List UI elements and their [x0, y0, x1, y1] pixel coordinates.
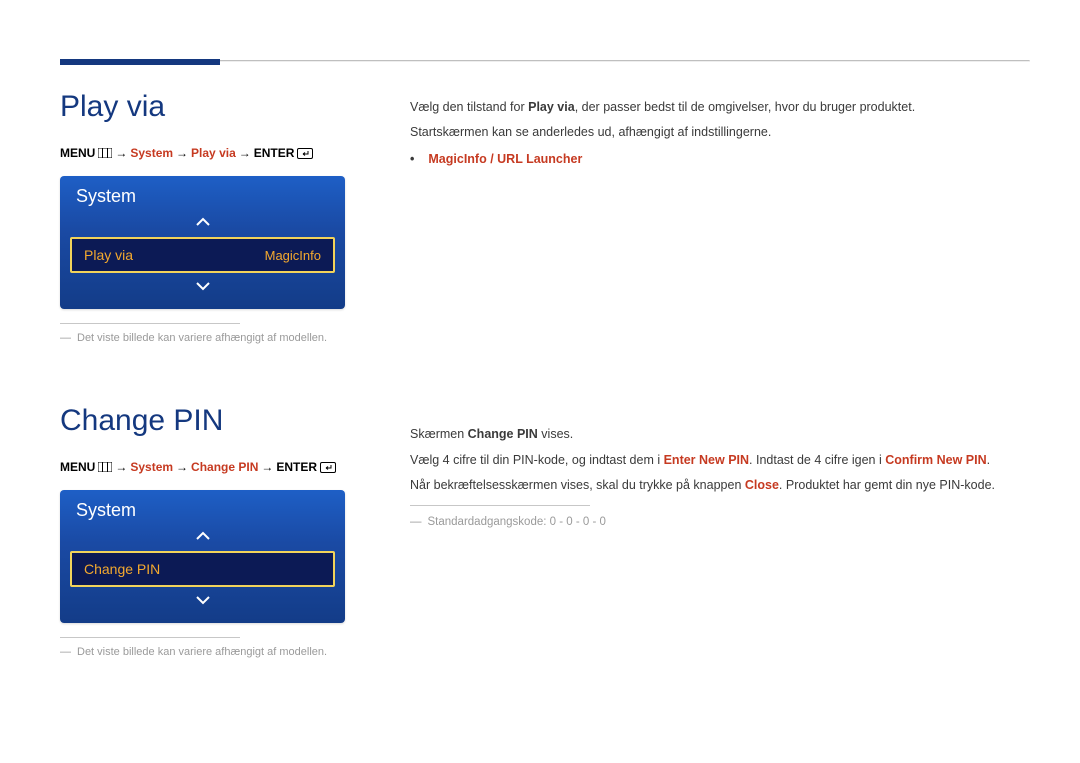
text: vises.: [538, 427, 573, 441]
text: Vælg den tilstand for: [410, 100, 528, 114]
menu-item-label: Change PIN: [84, 561, 160, 577]
text: Skærmen: [410, 427, 468, 441]
text: .: [987, 453, 990, 467]
text: Når bekræftelsesskærmen vises, skal du t…: [410, 478, 745, 492]
menu-path-play-via: MENU → System → Play via → ENTER: [60, 146, 370, 160]
bold-confirm-new-pin: Confirm New PIN: [885, 453, 986, 467]
arrow: →: [176, 460, 188, 474]
chevron-down-icon[interactable]: [60, 277, 345, 297]
section-title-change-pin: Change PIN: [60, 404, 370, 438]
menu-path-enter: ENTER: [254, 146, 295, 160]
system-box-header: System: [60, 176, 345, 213]
system-box-header: System: [60, 490, 345, 527]
description-change-pin: Skærmen Change PIN vises. Vælg 4 cifre t…: [410, 423, 1030, 533]
menu-path-menu: MENU: [60, 460, 95, 474]
menu-grid-icon: [98, 148, 112, 158]
section-title-play-via: Play via: [60, 90, 370, 124]
dash-icon: ―: [60, 332, 71, 344]
menu-path-system: System: [130, 460, 173, 474]
note-rule: [60, 323, 240, 324]
menu-path-menu: MENU: [60, 146, 95, 160]
dash-icon: ―: [60, 646, 71, 658]
text: Startskærmen kan se anderledes ud, afhæn…: [410, 121, 1030, 144]
info-default-code: ― Standardadgangskode: 0 - 0 - 0 - 0: [410, 512, 1030, 533]
bold-enter-new-pin: Enter New PIN: [664, 453, 749, 467]
arrow: →: [239, 146, 251, 160]
enter-icon: [297, 148, 313, 159]
page-accent-tab: [60, 59, 220, 65]
note-change-pin: ― Det viste billede kan variere afhængig…: [60, 646, 370, 658]
note-rule: [60, 637, 240, 638]
bold-close: Close: [745, 478, 779, 492]
text: . Indtast de 4 cifre igen i: [749, 453, 885, 467]
bullet-text: MagicInfo / URL Launcher: [428, 148, 582, 171]
menu-item-label: Play via: [84, 247, 133, 263]
text: , der passer bedst til de omgivelser, hv…: [575, 100, 915, 114]
arrow: →: [115, 146, 127, 160]
bullet-magicinfo: • MagicInfo / URL Launcher: [410, 148, 1030, 171]
description-play-via: Vælg den tilstand for Play via, der pass…: [410, 96, 1030, 171]
menu-item-value: MagicInfo: [265, 248, 321, 263]
system-menu-box-change-pin: System Change PIN: [60, 490, 345, 623]
chevron-up-icon[interactable]: [60, 527, 345, 547]
menu-grid-icon: [98, 462, 112, 472]
menu-path-changepin: Change PIN: [191, 460, 258, 474]
arrow: →: [115, 460, 127, 474]
bullet-dot-icon: •: [410, 148, 414, 171]
arrow: →: [261, 460, 273, 474]
info-rule: [410, 505, 590, 506]
system-menu-item-change-pin[interactable]: Change PIN: [70, 551, 335, 587]
menu-path-change-pin: MENU → System → Change PIN → ENTER: [60, 460, 370, 474]
enter-icon: [320, 462, 336, 473]
menu-path-system: System: [130, 146, 173, 160]
note-text: Det viste billede kan variere afhængigt …: [77, 332, 327, 344]
chevron-down-icon[interactable]: [60, 591, 345, 611]
bold-play-via: Play via: [528, 100, 575, 114]
menu-path-playvia: Play via: [191, 146, 236, 160]
note-play-via: ― Det viste billede kan variere afhængig…: [60, 332, 370, 344]
text: Vælg 4 cifre til din PIN-kode, og indtas…: [410, 453, 664, 467]
system-menu-item-play-via[interactable]: Play via MagicInfo: [70, 237, 335, 273]
bold-change-pin: Change PIN: [468, 427, 538, 441]
system-menu-box-play-via: System Play via MagicInfo: [60, 176, 345, 309]
text: . Produktet har gemt din nye PIN-kode.: [779, 478, 995, 492]
dash-icon: ―: [410, 512, 422, 533]
chevron-up-icon[interactable]: [60, 213, 345, 233]
note-text: Det viste billede kan variere afhængigt …: [77, 646, 327, 658]
info-text: Standardadgangskode: 0 - 0 - 0 - 0: [428, 512, 606, 533]
arrow: →: [176, 146, 188, 160]
menu-path-enter: ENTER: [276, 460, 317, 474]
